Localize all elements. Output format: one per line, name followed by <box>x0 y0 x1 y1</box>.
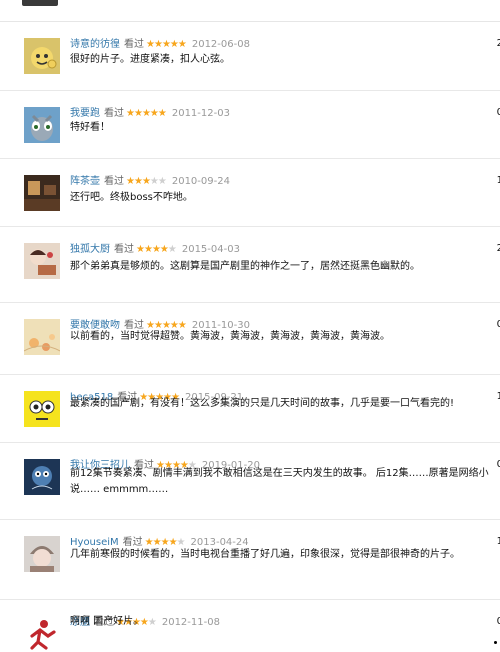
vote-count[interactable]: 0 <box>497 459 500 470</box>
user-avatar[interactable] <box>24 319 60 355</box>
comment-item: 要敢便敢吻 看过 ★★★★★ 2011-10-30 以前看的，当时觉得超赞。黄海波，黄海… <box>0 303 500 375</box>
comment-date: 2011-12-03 <box>171 108 230 119</box>
user-avatar[interactable] <box>24 459 60 495</box>
user-avatar[interactable] <box>24 175 60 211</box>
star-icon: ★ <box>169 39 179 50</box>
star-icon: ★ <box>149 176 159 187</box>
comment-item: 阵茶壶 看过 ★★★★★ 2010-09-24 还行吧。终极boss不咋地。 1 <box>0 159 500 227</box>
comment-text: 还行吧。终极boss不咋地。 <box>70 192 193 203</box>
vote-count[interactable]: 2 <box>497 38 500 49</box>
star-icon: ★ <box>153 39 163 50</box>
star-icon: ★ <box>141 108 151 119</box>
comment-item: HyouseiM 看过 ★★★★★ 2013-04-24 几年前寒假的时候看的，当时电视… <box>0 520 500 600</box>
star-rating: ★★★★★ <box>126 108 167 119</box>
comment-text: 前12集节奏紧凑、剧情丰满到我不敢相信这是在三天内发生的故事。 后12集……原著… <box>70 468 489 495</box>
star-rating: ★★★★★ <box>126 176 167 187</box>
comment-meta: 诗意的彷徨 看过 ★★★★★ 2012-06-08 <box>70 38 250 52</box>
comment-meta: 阵茶壶 看过 ★★★★★ 2010-09-24 <box>70 175 230 189</box>
comment-text: 啊啊 国产好片。 <box>70 616 144 627</box>
star-rating: ★★★★★ <box>146 39 187 50</box>
watch-status: 看过 <box>104 176 124 187</box>
comment-text: 很好的片子。进度紧凑，扣人心弦。 <box>70 54 230 65</box>
vote-count[interactable]: 0 <box>497 616 500 627</box>
comment-text: 几年前寒假的时候看的，当时电视台重播了好几遍，印象很深，觉得是部很神奇的片子。 <box>70 549 460 560</box>
comment-meta: 独孤大厨 看过 ★★★★★ 2015-04-03 <box>70 243 240 257</box>
vote-count[interactable]: 1 <box>497 175 500 186</box>
top-avatar-fragment <box>22 0 58 6</box>
watch-status: 看过 <box>124 39 144 50</box>
comment-meta: 我要跑 看过 ★★★★★ 2011-12-03 <box>70 107 230 121</box>
star-icon: ★ <box>177 39 187 50</box>
user-avatar[interactable] <box>24 38 60 74</box>
vote-count[interactable]: 2 <box>497 243 500 254</box>
user-avatar[interactable] <box>24 616 60 652</box>
watch-status: 看过 <box>114 244 134 255</box>
username-link[interactable]: 诗意的彷徨 <box>70 39 120 50</box>
comment-item: 诗意的彷徨 看过 ★★★★★ 2012-06-08 很好的片子。进度紧凑，扣人心弦。 2 <box>0 22 500 91</box>
star-icon: ★ <box>136 244 145 255</box>
star-icon: ★ <box>133 108 143 119</box>
star-icon: ★ <box>143 244 153 255</box>
star-icon: ★ <box>141 176 151 187</box>
star-icon: ★ <box>151 244 161 255</box>
comment-item: 凉凰 看过 ★★★★★ 2012-11-08 啊啊 国产好片。 0 <box>0 600 500 652</box>
comment-item: heca518 看过 ★★★★★ 2015-09-21 最紧凑的国产剧，有没有！这么多集… <box>0 375 500 443</box>
star-icon: ★ <box>133 176 143 187</box>
username-link[interactable]: 我要跑 <box>70 108 100 119</box>
user-avatar[interactable] <box>24 107 60 143</box>
star-icon: ★ <box>159 244 169 255</box>
comment-item: 独孤大厨 看过 ★★★★★ 2015-04-03 那个弟弟真是够烦的。这剧算是国产剧里的… <box>0 227 500 303</box>
vote-count[interactable]: 0 <box>497 319 500 330</box>
username-link[interactable]: 独孤大厨 <box>70 244 110 255</box>
comment-item: 我要跑 看过 ★★★★★ 2011-12-03 特好看！ 0 <box>0 91 500 159</box>
comment-date: 2012-06-08 <box>191 39 250 50</box>
comment-text: 以前看的，当时觉得超赞。黄海波，黄海波，黄海波，黄海波，黄海波。 <box>70 331 390 342</box>
vote-count[interactable]: 0 <box>497 107 500 118</box>
star-icon: ★ <box>146 39 155 50</box>
vote-count[interactable]: 1 <box>497 536 500 547</box>
star-icon: ★ <box>157 108 167 119</box>
vote-count[interactable]: 1 <box>497 391 500 402</box>
star-icon: ★ <box>126 108 135 119</box>
user-avatar[interactable] <box>24 536 60 572</box>
star-icon: ★ <box>149 108 159 119</box>
username-link[interactable]: 阵茶壶 <box>70 176 100 187</box>
comment-text: 那个弟弟真是够烦的。这剧算是国产剧里的神作之一了，居然还挺黑色幽默的。 <box>70 261 420 272</box>
comment-date: 2010-09-24 <box>171 176 230 187</box>
comment-text: 特好看！ <box>70 122 110 133</box>
watch-status: 看过 <box>104 108 124 119</box>
star-icon: ★ <box>157 176 167 187</box>
scrollbar-indicator[interactable] <box>494 641 497 644</box>
star-icon: ★ <box>126 176 135 187</box>
user-avatar[interactable] <box>24 391 60 427</box>
comment-date: 2015-04-03 <box>181 244 240 255</box>
comment-item: 我让你三招儿 看过 ★★★★★ 2019-01-20 前12集节奏紧凑、剧情丰满到我不敢… <box>0 443 500 520</box>
star-icon: ★ <box>161 39 171 50</box>
user-avatar[interactable] <box>24 243 60 279</box>
star-rating: ★★★★★ <box>136 244 177 255</box>
comment-text: 最紧凑的国产剧，有没有！这么多集演的只是几天时间的故事，几乎是要一口气看完的! <box>70 398 455 409</box>
star-icon: ★ <box>167 244 177 255</box>
